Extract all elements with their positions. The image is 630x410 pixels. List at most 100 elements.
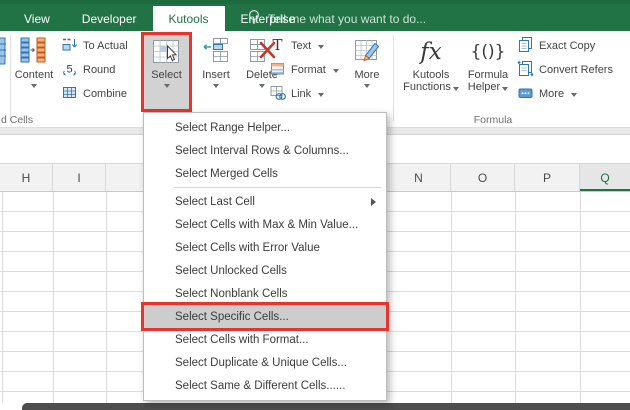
content-button[interactable]: Content bbox=[8, 33, 60, 111]
tab-kutools[interactable]: Kutools bbox=[153, 6, 225, 31]
menu-item-select-range-helper[interactable]: Select Range Helper... bbox=[144, 116, 386, 139]
select-button-annotation[interactable]: Select bbox=[141, 32, 192, 112]
column-header-i[interactable]: I bbox=[53, 164, 106, 191]
ribbon-tab-bar: View Developer Kutools Enterprise Tell m… bbox=[0, 0, 630, 31]
round-button[interactable]: 5 Round bbox=[61, 60, 115, 80]
svg-text:5: 5 bbox=[66, 64, 72, 76]
chevron-down-icon bbox=[571, 93, 577, 97]
select-label: Select bbox=[151, 69, 182, 81]
svg-text:{()}: {()} bbox=[471, 42, 506, 62]
text-icon: T bbox=[269, 36, 286, 56]
content-icon bbox=[19, 33, 49, 69]
gridline bbox=[580, 192, 581, 403]
fx-icon: fx bbox=[414, 33, 448, 69]
convert-refers-label: Convert Refers bbox=[539, 64, 613, 76]
column-header-o[interactable]: O bbox=[451, 164, 515, 191]
column-header-q-selected[interactable]: Q bbox=[580, 164, 630, 191]
round-label: Round bbox=[83, 64, 115, 76]
more-formula-button[interactable]: More bbox=[517, 84, 577, 104]
menu-item-select-unlocked-cells[interactable]: Select Unlocked Cells bbox=[144, 259, 386, 282]
formula-helper-label-1: Formula bbox=[468, 69, 508, 81]
gridline bbox=[53, 192, 54, 403]
tell-me-box[interactable]: Tell me what you want to do... bbox=[247, 6, 426, 31]
insert-label: Insert bbox=[202, 69, 230, 81]
select-dropdown-menu: Select Range Helper... Select Interval R… bbox=[143, 112, 387, 401]
chevron-down-icon bbox=[318, 93, 324, 97]
more-grid-pencil-icon bbox=[352, 33, 382, 69]
menu-item-select-interval-rows-columns[interactable]: Select Interval Rows & Columns... bbox=[144, 139, 386, 162]
select-icon bbox=[152, 35, 182, 69]
combine-button[interactable]: Combine bbox=[61, 84, 127, 104]
chevron-down-icon bbox=[318, 45, 324, 49]
menu-item-select-specific-cells-highlighted[interactable]: Select Specific Cells... bbox=[144, 305, 386, 328]
window-bottom-edge bbox=[22, 403, 630, 410]
menu-item-select-last-cell[interactable]: Select Last Cell bbox=[144, 190, 386, 213]
column-header-p[interactable]: P bbox=[515, 164, 580, 191]
more-formula-label: More bbox=[539, 88, 564, 100]
convert-refers-icon bbox=[517, 60, 534, 80]
exact-copy-label: Exact Copy bbox=[539, 40, 595, 52]
to-actual-icon bbox=[61, 36, 78, 56]
menu-item-select-cells-max-min[interactable]: Select Cells with Max & Min Value... bbox=[144, 213, 386, 236]
tell-me-text: Tell me what you want to do... bbox=[268, 12, 426, 26]
gridline bbox=[451, 192, 452, 403]
to-actual-label: To Actual bbox=[83, 40, 128, 52]
column-header-h[interactable]: H bbox=[0, 164, 53, 191]
format-icon bbox=[269, 60, 286, 80]
menu-item-select-same-different-cells[interactable]: Select Same & Different Cells...... bbox=[144, 374, 386, 397]
formula-helper-icon: {()} bbox=[468, 33, 508, 69]
menu-item-select-cells-error-value[interactable]: Select Cells with Error Value bbox=[144, 236, 386, 259]
gridline bbox=[515, 192, 516, 403]
chevron-down-icon bbox=[164, 84, 170, 88]
tab-developer[interactable]: Developer bbox=[66, 6, 153, 31]
clipped-button-icon bbox=[0, 35, 7, 72]
group-label-formula: Formula bbox=[465, 114, 521, 126]
text-button[interactable]: T Text bbox=[269, 36, 324, 56]
svg-text:fx: fx bbox=[418, 39, 442, 65]
kutools-functions-button[interactable]: fx Kutools Functions bbox=[402, 33, 460, 111]
tab-view[interactable]: View bbox=[8, 6, 66, 31]
svg-text:T: T bbox=[272, 36, 282, 53]
kutools-functions-label-2: Functions bbox=[403, 81, 459, 93]
chevron-down-icon bbox=[31, 84, 37, 88]
more-ellipsis-icon bbox=[517, 84, 534, 104]
format-button[interactable]: Format bbox=[269, 60, 339, 80]
formula-helper-button[interactable]: {()} Formula Helper bbox=[462, 33, 514, 111]
content-label: Content bbox=[15, 69, 54, 81]
link-label: Link bbox=[291, 88, 311, 100]
chevron-down-icon bbox=[502, 87, 508, 91]
format-label: Format bbox=[291, 64, 326, 76]
text-label: Text bbox=[291, 40, 311, 52]
menu-item-select-nonblank-cells[interactable]: Select Nonblank Cells bbox=[144, 282, 386, 305]
group-label-cells: d Cells bbox=[1, 114, 33, 126]
submenu-arrow-icon bbox=[371, 198, 376, 206]
chevron-down-icon bbox=[259, 84, 265, 88]
formula-helper-label-2: Helper bbox=[468, 81, 508, 93]
insert-button[interactable]: Insert bbox=[196, 33, 236, 111]
gridline bbox=[106, 192, 107, 403]
more-cells-button[interactable]: More bbox=[346, 33, 388, 111]
group-divider bbox=[393, 35, 394, 121]
convert-refers-button[interactable]: Convert Refers bbox=[517, 60, 613, 80]
link-button[interactable]: Link bbox=[269, 84, 324, 104]
combine-label: Combine bbox=[83, 88, 127, 100]
menu-item-select-merged-cells[interactable]: Select Merged Cells bbox=[144, 162, 386, 185]
chevron-down-icon bbox=[364, 84, 370, 88]
column-header-partial[interactable] bbox=[106, 164, 143, 191]
lightbulb-icon bbox=[247, 9, 261, 29]
column-header-n[interactable]: N bbox=[387, 164, 451, 191]
excel-kutools-screenshot: View Developer Kutools Enterprise Tell m… bbox=[0, 0, 630, 410]
to-actual-button[interactable]: To Actual bbox=[61, 36, 128, 56]
link-icon bbox=[269, 84, 286, 104]
menu-item-select-duplicate-unique-cells[interactable]: Select Duplicate & Unique Cells... bbox=[144, 351, 386, 374]
menu-item-select-cells-with-format[interactable]: Select Cells with Format... bbox=[144, 328, 386, 351]
insert-icon bbox=[202, 33, 230, 69]
round-icon: 5 bbox=[61, 60, 78, 80]
more-cells-label: More bbox=[354, 69, 379, 81]
menu-separator bbox=[174, 187, 381, 188]
chevron-down-icon bbox=[333, 69, 339, 73]
exact-copy-icon bbox=[517, 36, 534, 56]
exact-copy-button[interactable]: Exact Copy bbox=[517, 36, 595, 56]
chevron-down-icon bbox=[213, 84, 219, 88]
combine-icon bbox=[61, 84, 78, 104]
